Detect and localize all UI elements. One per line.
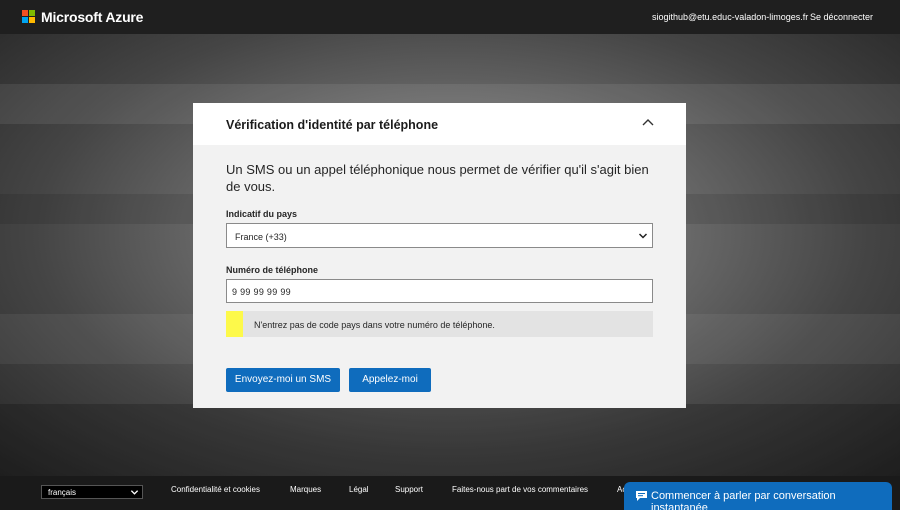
call-me-button[interactable]: Appelez-moi (349, 368, 431, 392)
phone-number-input[interactable]: 9 99 99 99 99 (226, 279, 653, 303)
country-code-select[interactable]: France (+33) (226, 223, 653, 248)
card-title: Vérification d'identité par téléphone (226, 118, 439, 132)
footer-link-support[interactable]: Support (395, 485, 423, 494)
chevron-down-icon (130, 490, 139, 495)
language-select[interactable]: français (41, 485, 143, 499)
country-code-notice: N'entrez pas de code pays dans votre num… (226, 311, 653, 337)
signout-link[interactable]: Se déconnecter (810, 12, 873, 22)
country-code-value: France (+33) (235, 232, 287, 242)
send-sms-button[interactable]: Envoyez-moi un SMS (226, 368, 340, 392)
chevron-down-icon (638, 233, 648, 239)
phone-number-value: 9 99 99 99 99 (232, 287, 291, 297)
notice-text: N'entrez pas de code pays dans votre num… (254, 320, 495, 330)
footer-link-feedback[interactable]: Faites-nous part de vos commentaires (452, 485, 588, 494)
chat-button[interactable]: Commencer à parler par conversation inst… (624, 482, 892, 510)
phone-verification-card: Vérification d'identité par téléphone Un… (193, 103, 686, 408)
microsoft-logo-icon (22, 10, 36, 24)
footer-link-trademarks[interactable]: Marques (290, 485, 321, 494)
country-code-label: Indicatif du pays (226, 209, 298, 219)
language-value: français (48, 488, 77, 497)
phone-number-label: Numéro de téléphone (226, 265, 319, 275)
notice-accent-bar (226, 311, 243, 337)
chevron-up-icon[interactable] (641, 115, 655, 129)
footer-link-legal[interactable]: Légal (349, 485, 369, 494)
footer-link-privacy[interactable]: Confidentialité et cookies (171, 485, 260, 494)
top-bar: Microsoft Azure siogithub@etu.educ-valad… (0, 0, 900, 34)
chat-bubble-icon (636, 491, 647, 501)
card-header: Vérification d'identité par téléphone (193, 103, 686, 145)
card-description: Un SMS ou un appel téléphonique nous per… (226, 162, 649, 194)
chat-button-label: Commencer à parler par conversation inst… (651, 490, 836, 510)
user-email: siogithub@etu.educ-valadon-limoges.fr (652, 12, 809, 22)
brand-name: Microsoft Azure (41, 9, 144, 25)
